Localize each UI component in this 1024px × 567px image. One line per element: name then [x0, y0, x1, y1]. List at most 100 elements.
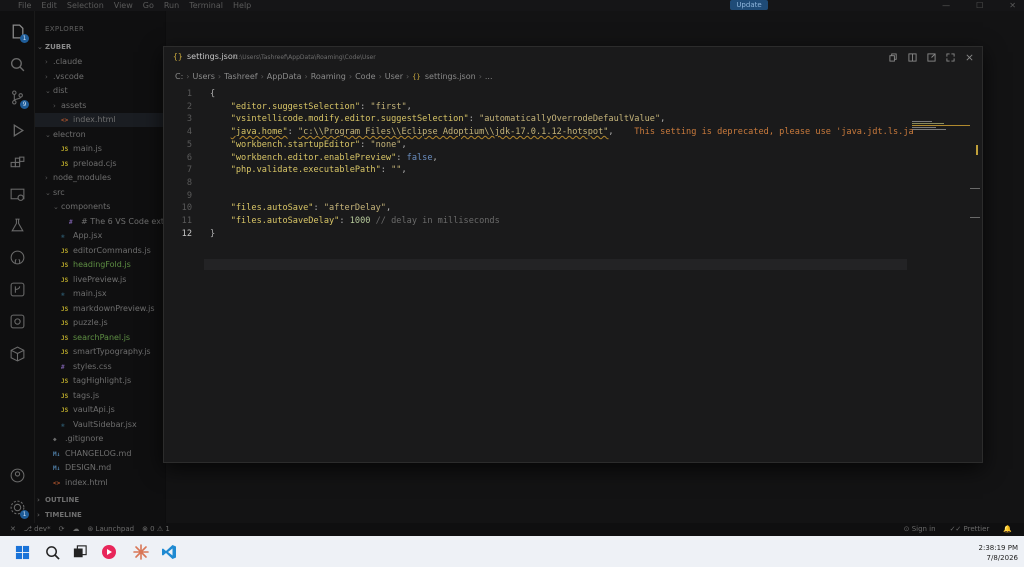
account-icon[interactable]	[7, 465, 27, 485]
file-item[interactable]: M↓ CHANGELOG.md	[35, 447, 165, 461]
media-player-icon[interactable]	[99, 542, 119, 562]
code-line[interactable]: "files.autoSave": "afterDelay",	[210, 203, 391, 213]
split-icon[interactable]	[907, 52, 917, 62]
file-item[interactable]: JS smartTypography.js	[35, 345, 165, 359]
claude-app-icon[interactable]	[131, 542, 151, 562]
close-icon[interactable]: ✕	[1009, 0, 1016, 11]
git-graph-icon[interactable]	[7, 279, 27, 299]
breadcrumb-item[interactable]: settings.json	[425, 72, 476, 81]
breadcrumb-item[interactable]: AppData	[267, 72, 302, 81]
branch-item[interactable]: ⎇ dev*	[24, 523, 51, 536]
code-line[interactable]: "php.validate.executablePath": "",	[210, 165, 407, 175]
file-item[interactable]: ⚛ App.jsx	[35, 229, 165, 243]
code-line[interactable]: }	[210, 229, 215, 239]
copy-icon[interactable]	[888, 52, 898, 62]
launchpad-item[interactable]: ⊛ Launchpad	[87, 523, 134, 536]
file-item[interactable]: JS headingFold.js	[35, 258, 165, 272]
maximize-icon[interactable]: ☐	[976, 0, 983, 11]
code-line[interactable]: {	[210, 89, 215, 99]
file-item[interactable]: JS preload.cjs	[35, 157, 165, 171]
file-item[interactable]: JS tagHighlight.js	[35, 374, 165, 388]
file-item[interactable]: JS vaultApi.js	[35, 403, 165, 417]
sync-icon[interactable]: ⟳	[59, 523, 65, 536]
search-icon[interactable]	[7, 54, 27, 74]
file-item[interactable]: JS livePreview.js	[35, 273, 165, 287]
folder-item[interactable]: › .claude	[35, 55, 165, 69]
problems-item[interactable]: ⊗ 0 ⚠ 1	[142, 523, 170, 536]
code-line[interactable]: "files.autoSaveDelay": 1000 // delay in …	[210, 216, 500, 226]
search-icon[interactable]	[42, 542, 62, 562]
github-icon[interactable]	[7, 247, 27, 267]
windows-start-icon[interactable]	[12, 542, 32, 562]
open-in-editor-icon[interactable]	[926, 52, 936, 62]
notifications-icon[interactable]: 🔔	[1003, 523, 1012, 536]
menu-item[interactable]: File	[18, 0, 31, 11]
outline-section[interactable]: › OUTLINE	[37, 493, 165, 507]
explorer-icon[interactable]: 1	[7, 21, 29, 43]
folder-item[interactable]: ⌄ electron	[35, 128, 165, 142]
workspace-root[interactable]: ⌄ ZUBER	[37, 40, 165, 54]
minimize-icon[interactable]: —	[942, 0, 950, 11]
code-line[interactable]: "java.home": "c:\\Program Files\\Eclipse…	[210, 127, 914, 137]
file-item[interactable]: <> index.html	[35, 476, 165, 490]
expand-icon[interactable]	[945, 52, 955, 62]
file-item[interactable]: # # The 6 VS Code extensions	[35, 215, 165, 229]
file-item[interactable]: ⚛ VaultSidebar.jsx	[35, 418, 165, 432]
file-item[interactable]: M↓ DESIGN.md	[35, 461, 165, 475]
menu-item[interactable]: Terminal	[189, 0, 223, 11]
timeline-section[interactable]: › TIMELINE	[37, 508, 165, 522]
folder-item[interactable]: › .vscode	[35, 70, 165, 84]
source-control-icon[interactable]: 9	[7, 87, 29, 109]
timeline-icon[interactable]	[7, 311, 27, 331]
system-clock[interactable]: 2:38:19 PM 7/8/2026	[979, 543, 1018, 563]
close-dialog-icon[interactable]	[964, 52, 974, 62]
tree-item-label: styles.css	[73, 361, 112, 371]
vscode-taskbar-icon[interactable]	[159, 542, 179, 562]
remote-explorer-icon[interactable]	[7, 184, 27, 204]
folder-item[interactable]: ⌄ dist	[35, 84, 165, 98]
menu-item[interactable]: Edit	[41, 0, 57, 11]
breadcrumb-item[interactable]: Roaming	[311, 72, 346, 81]
code-editor[interactable]: 1 {2 "editor.suggestSelection": "first", 3…	[164, 83, 982, 283]
file-item[interactable]: <> index.html	[35, 113, 165, 127]
file-item[interactable]: JS puzzle.js	[35, 316, 165, 330]
menu-item[interactable]: Selection	[67, 0, 104, 11]
breadcrumb-item[interactable]: User	[385, 72, 403, 81]
update-button[interactable]: Update	[730, 0, 768, 10]
file-item[interactable]: ⚛ main.jsx	[35, 287, 165, 301]
signin-item[interactable]: ⊙ Sign in	[904, 523, 936, 536]
remote-icon[interactable]: ✕	[10, 523, 16, 536]
file-item[interactable]: JS searchPanel.js	[35, 331, 165, 345]
menu-item[interactable]: Run	[164, 0, 179, 11]
folder-item[interactable]: ⌄ components	[35, 200, 165, 214]
breadcrumb-item[interactable]: Code	[355, 72, 375, 81]
settings-gear-icon[interactable]: 1	[7, 497, 29, 519]
run-debug-icon[interactable]	[7, 120, 27, 140]
code-line[interactable]: "vsintellicode.modify.editor.suggestSele…	[210, 114, 666, 124]
code-line[interactable]: "workbench.startupEditor": "none",	[210, 140, 407, 150]
testing-icon[interactable]	[7, 215, 27, 235]
file-item[interactable]: ◆ .gitignore	[35, 432, 165, 446]
file-item[interactable]: JS main.js	[35, 142, 165, 156]
prettier-item[interactable]: ✓✓ Prettier	[950, 523, 990, 536]
menu-item[interactable]: Help	[233, 0, 251, 11]
breadcrumb-item[interactable]: Users	[192, 72, 214, 81]
file-item[interactable]: JS markdownPreview.js	[35, 302, 165, 316]
folder-item[interactable]: › node_modules	[35, 171, 165, 185]
code-line[interactable]: "editor.suggestSelection": "first",	[210, 102, 412, 112]
code-line[interactable]: "workbench.editor.enablePreview": false,	[210, 153, 438, 163]
minimap[interactable]	[912, 121, 972, 131]
breadcrumb-item[interactable]: ...	[485, 72, 493, 81]
workspace-root-label: ZUBER	[45, 43, 72, 51]
menu-item[interactable]: View	[114, 0, 133, 11]
package-icon[interactable]	[7, 343, 27, 363]
extensions-icon[interactable]	[7, 153, 27, 173]
task-view-icon[interactable]	[70, 542, 90, 562]
file-item[interactable]: JS editorCommands.js	[35, 244, 165, 258]
file-item[interactable]: # styles.css	[35, 360, 165, 374]
breadcrumb-item[interactable]: Tashreef	[224, 72, 257, 81]
folder-item[interactable]: › assets	[35, 99, 165, 113]
folder-item[interactable]: ⌄ src	[35, 186, 165, 200]
file-item[interactable]: JS tags.js	[35, 389, 165, 403]
menu-item[interactable]: Go	[143, 0, 154, 11]
